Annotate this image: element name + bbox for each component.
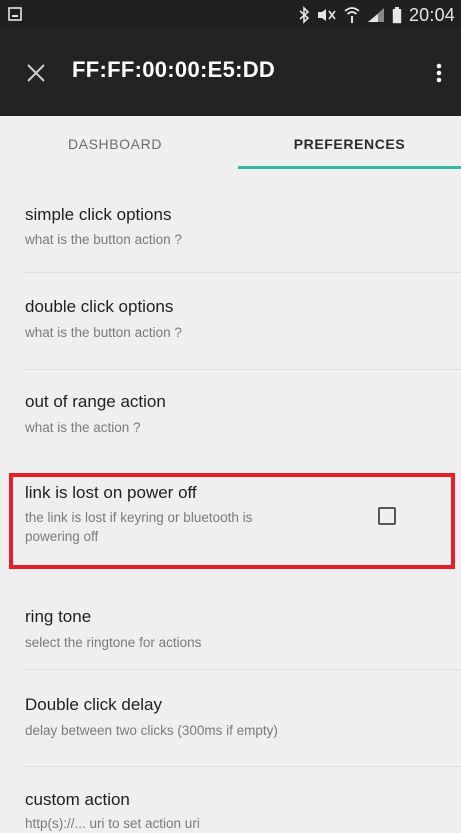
pref-title: Double click delay: [25, 695, 163, 714]
pref-title: ring tone: [25, 607, 92, 626]
pref-summary: delay between two clicks (300ms if empty…: [25, 723, 278, 738]
pref-simple-click-options[interactable]: simple click options what is the button …: [0, 172, 461, 273]
status-bar: 20:04: [0, 0, 461, 30]
pref-out-of-range-action[interactable]: out of range action what is the action ?: [0, 370, 461, 467]
pref-title: custom action: [25, 790, 130, 809]
pref-summary: select the ringtone for actions: [25, 635, 202, 650]
wifi-icon: [344, 7, 360, 23]
mute-icon: [317, 9, 336, 21]
screenshot-icon: [8, 7, 22, 21]
tab-preferences[interactable]: PREFERENCES: [238, 116, 461, 172]
signal-icon: [367, 8, 384, 22]
overflow-menu-icon[interactable]: [427, 58, 451, 88]
pref-summary: http(s)://... uri to set action uri: [25, 816, 200, 831]
pref-summary: what is the button action ?: [25, 232, 182, 247]
link-lost-checkbox[interactable]: [378, 507, 396, 525]
pref-title: double click options: [25, 297, 174, 316]
status-icons: 20:04: [298, 0, 455, 30]
pref-custom-action[interactable]: custom action http(s)://... uri to set a…: [0, 767, 461, 831]
pref-ring-tone[interactable]: ring tone select the ringtone for action…: [0, 569, 461, 670]
pref-summary: what is the button action ?: [25, 325, 182, 340]
pref-title: simple click options: [25, 205, 172, 224]
tab-dashboard[interactable]: DASHBOARD: [0, 116, 230, 172]
app-bar: FF:FF:00:00:E5:DD: [0, 30, 461, 116]
pref-double-click-delay[interactable]: Double click delay delay between two cli…: [0, 670, 461, 767]
pref-summary: what is the action ?: [25, 420, 141, 435]
pref-title: out of range action: [25, 392, 166, 411]
close-icon[interactable]: [22, 59, 50, 87]
status-time: 20:04: [408, 4, 455, 25]
battery-icon: [392, 6, 402, 23]
tab-bar: DASHBOARD PREFERENCES: [0, 116, 461, 172]
device-title: FF:FF:00:00:E5:DD: [72, 57, 276, 82]
pref-double-click-options[interactable]: double click options what is the button …: [0, 273, 461, 370]
bluetooth-icon: [299, 6, 310, 24]
tab-selected-indicator: [238, 166, 461, 169]
